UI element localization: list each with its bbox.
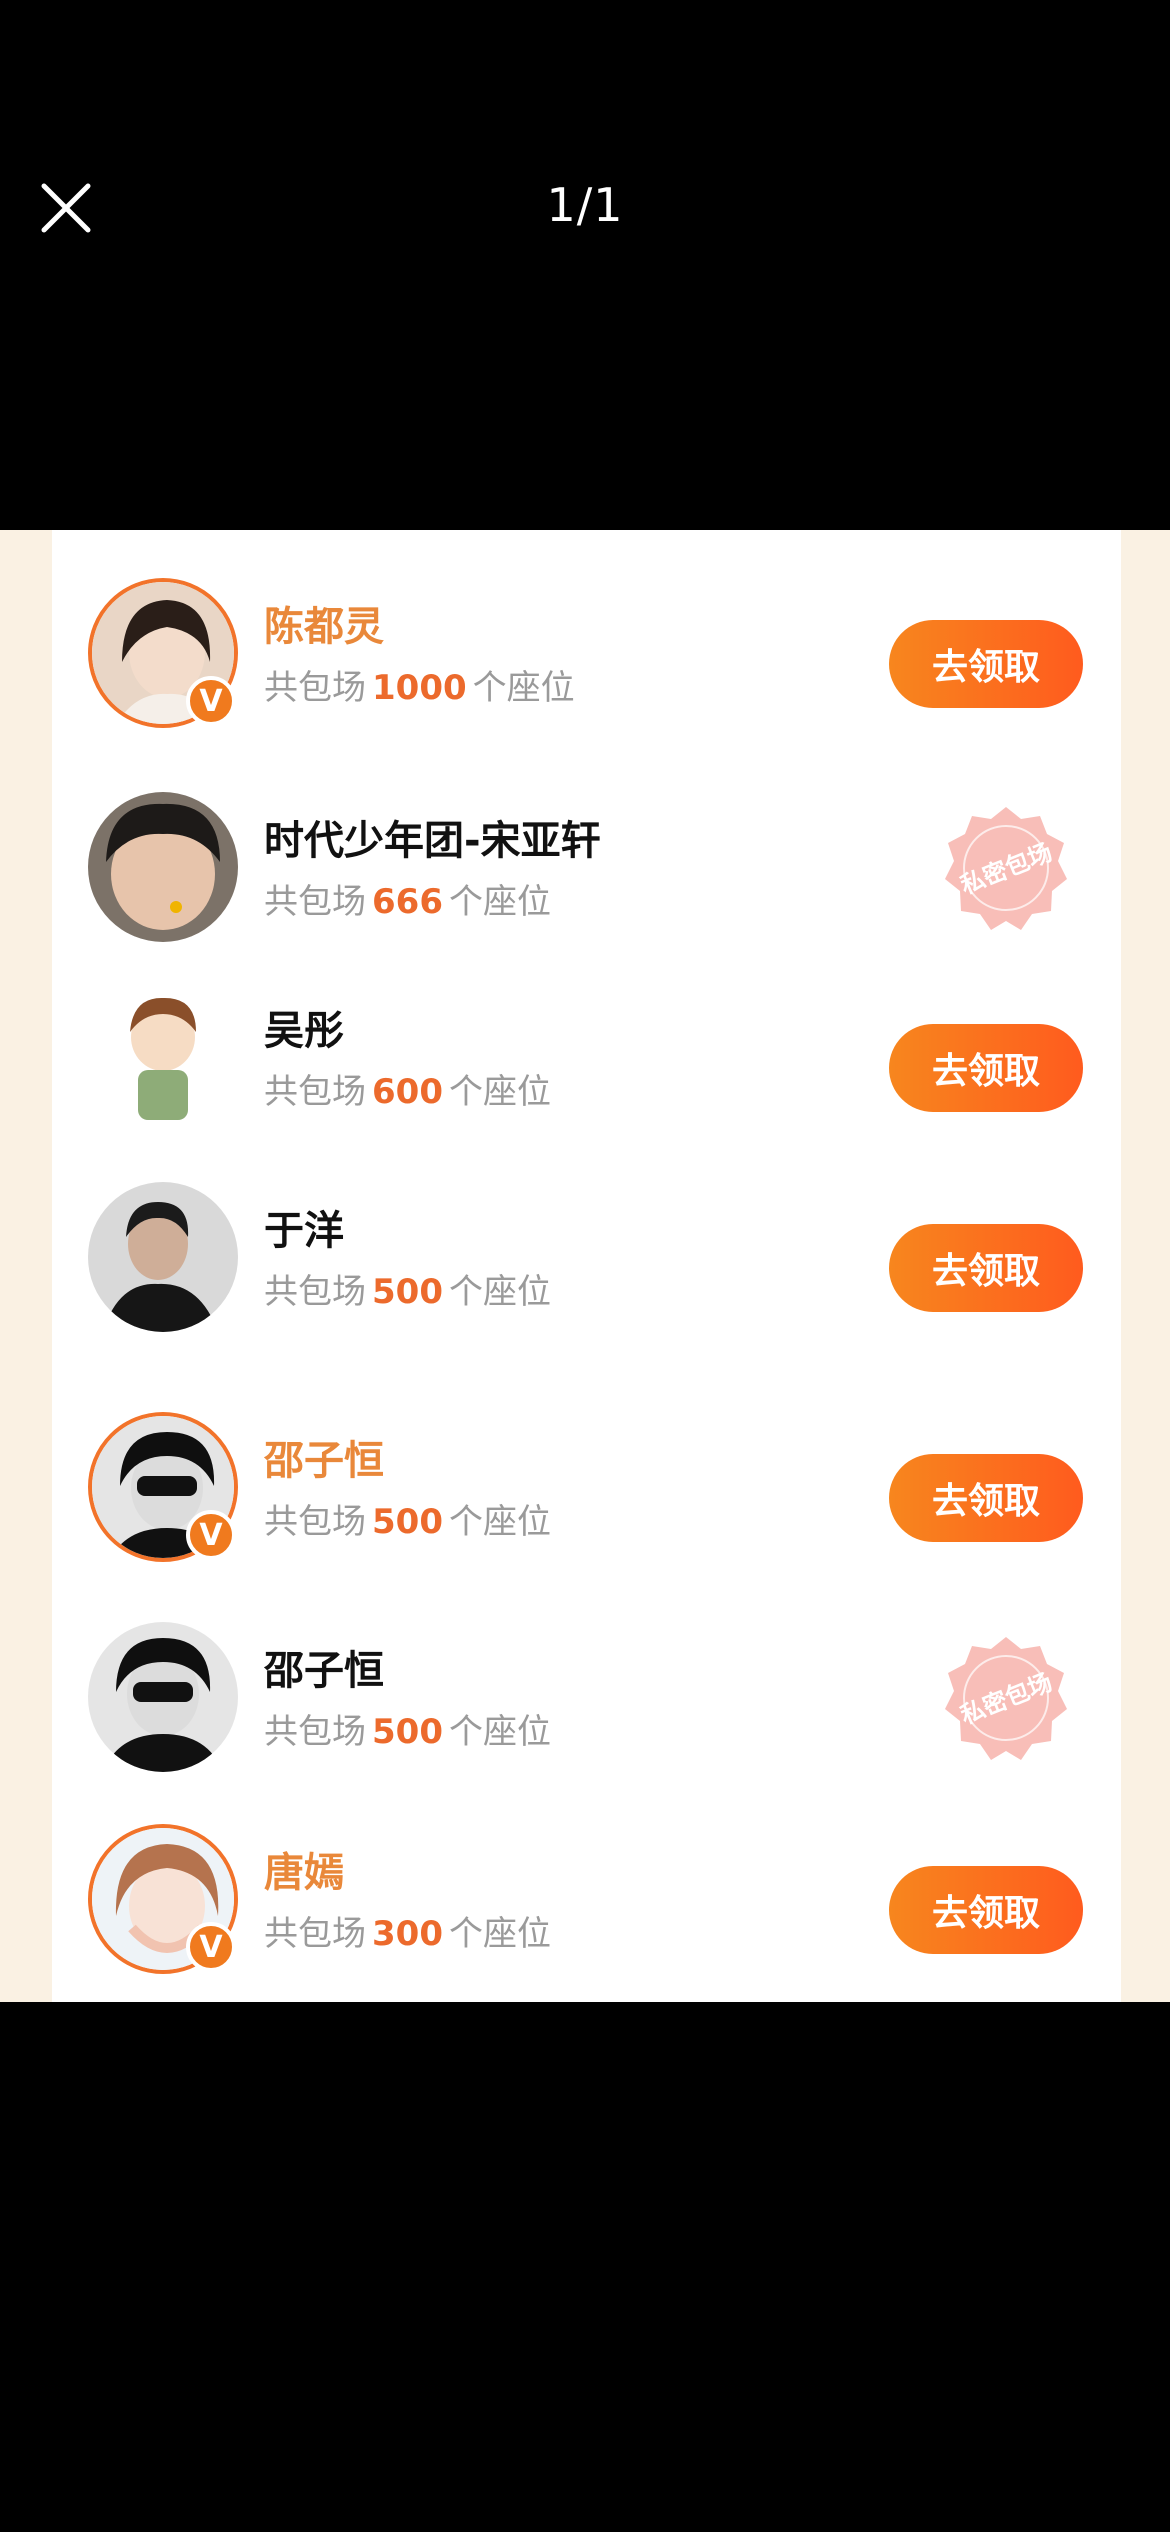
claim-button[interactable]: 去领取 (889, 1866, 1083, 1954)
list-item: V 陈都灵 共包场 1000 个座位 去领取 (52, 554, 1121, 754)
list-item: 于洋 共包场 500 个座位 去领取 (52, 1158, 1121, 1358)
seat-count: 500 (372, 1272, 443, 1312)
claim-button[interactable]: 去领取 (889, 620, 1083, 708)
claim-button[interactable]: 去领取 (889, 1024, 1083, 1112)
list-item: 时代少年团-宋亚轩 共包场 666 个座位 私密包场 (52, 768, 1121, 968)
private-stamp-icon: 私密包场 (945, 807, 1067, 930)
item-subtitle: 共包场 300 个座位 (264, 1914, 551, 1954)
item-subtitle: 共包场 1000 个座位 (264, 668, 575, 708)
verified-badge: V (186, 1922, 236, 1972)
viewer-header: 1/1 (0, 0, 1170, 530)
item-name: 唐嫣 (264, 1850, 344, 1896)
item-name: 于洋 (264, 1208, 344, 1254)
page-counter: 1/1 (546, 178, 624, 232)
seat-count: 300 (372, 1914, 443, 1954)
item-name: 邵子恒 (264, 1648, 384, 1694)
claim-button[interactable]: 去领取 (889, 1224, 1083, 1312)
seat-count: 1000 (372, 668, 467, 708)
list-item: 邵子恒 共包场 500 个座位 私密包场 (52, 1598, 1121, 1798)
private-stamp-icon: 私密包场 (945, 1637, 1067, 1760)
verified-badge: V (186, 676, 236, 726)
item-name: 陈都灵 (264, 604, 384, 650)
avatar (88, 792, 238, 942)
seat-count: 600 (372, 1072, 443, 1112)
avatar (88, 1182, 238, 1332)
item-subtitle: 共包场 500 个座位 (264, 1712, 551, 1752)
item-subtitle: 共包场 500 个座位 (264, 1272, 551, 1312)
item-subtitle: 共包场 600 个座位 (264, 1072, 551, 1112)
viewer-footer (0, 2002, 1170, 2532)
seat-count: 666 (372, 882, 443, 922)
item-name: 邵子恒 (264, 1438, 384, 1484)
item-name: 吴彤 (264, 1008, 344, 1054)
seat-count: 500 (372, 1712, 443, 1752)
screenshot-image: V 陈都灵 共包场 1000 个座位 去领取 时代少年团-宋亚轩 共包场 666 个座位… (0, 530, 1170, 2002)
seat-count: 500 (372, 1502, 443, 1542)
list-item: V 邵子恒 共包场 500 个座位 去领取 (52, 1388, 1121, 1588)
theater-list: V 陈都灵 共包场 1000 个座位 去领取 时代少年团-宋亚轩 共包场 666 个座位… (52, 530, 1121, 2002)
claim-button[interactable]: 去领取 (889, 1454, 1083, 1542)
verified-badge: V (186, 1510, 236, 1560)
item-name: 时代少年团-宋亚轩 (264, 818, 601, 864)
item-subtitle: 共包场 666 个座位 (264, 882, 551, 922)
item-subtitle: 共包场 500 个座位 (264, 1502, 551, 1542)
avatar (88, 982, 238, 1132)
list-item: V 唐嫣 共包场 300 个座位 去领取 (52, 1800, 1121, 2000)
avatar (88, 1622, 238, 1772)
list-item: 吴彤 共包场 600 个座位 去领取 (52, 958, 1121, 1158)
